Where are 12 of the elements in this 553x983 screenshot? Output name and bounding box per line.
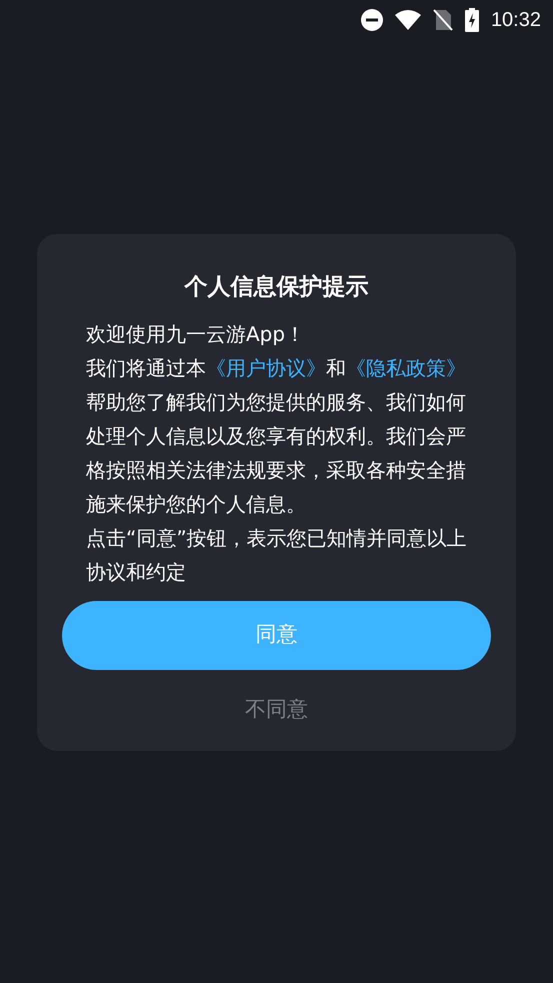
no-sim-icon: [432, 9, 453, 31]
policy-link[interactable]: 《用户协议》: [206, 356, 326, 380]
disagree-button[interactable]: 不同意: [233, 690, 320, 729]
policy-link[interactable]: 《隐私政策》: [346, 356, 466, 380]
dialog-title: 个人信息保护提示: [183, 273, 370, 302]
paragraph: 我们将通过本《用户协议》和《隐私政策》 帮助您了解我们为您提供的服务、我们如何处理个人信息以及您享有的权利。我们会严格按照相关法律法规要求，采取各种安全措施来保护您的个人信息。: [85, 354, 467, 518]
do-not-disturb-icon: [360, 9, 383, 31]
battery-charging-icon: [464, 8, 479, 32]
wifi-icon: [394, 10, 421, 30]
clock: 10:32: [490, 8, 541, 33]
paragraph: 欢迎使用九一云游App！: [85, 320, 306, 348]
paragraph: 点击“同意”按钮，表示您已知情并同意以上协议和约定: [85, 524, 468, 586]
